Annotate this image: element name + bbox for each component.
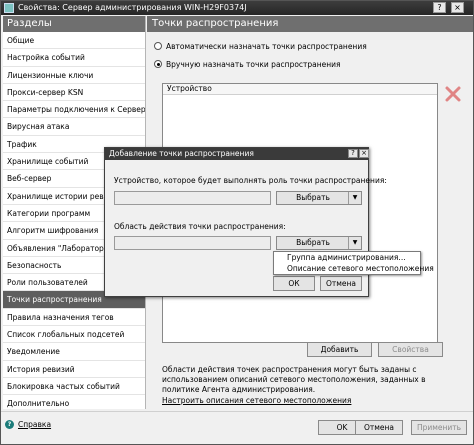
device-select-button[interactable]: Выбрать ▼ [276,191,362,205]
dialog-help-button[interactable]: ? [348,149,358,158]
device-select-arrow-icon[interactable]: ▼ [348,192,361,204]
sidebar-item[interactable]: Дополнительно [3,395,145,413]
cancel-button[interactable]: Отмена [355,420,403,435]
section-title: Точки распространения [147,16,473,32]
radio-manual-assign[interactable]: Вручную назначать точки распространения [154,60,341,69]
help-link[interactable]: ? Справка [5,420,51,429]
sidebar-item[interactable]: Общие [3,32,145,50]
sidebar-item[interactable]: Прокси-сервер KSN [3,84,145,102]
scope-field[interactable] [114,236,271,250]
help-title-button[interactable]: ? [433,2,446,13]
sidebar-item[interactable]: Уведомление [3,343,145,361]
scope-select-button[interactable]: Выбрать ▼ [276,236,362,250]
dropdown-item-admin-group[interactable]: Группа администрирования... [274,252,420,263]
dialog-ok-button[interactable]: ОК [273,276,315,291]
scope-note: Области действия точек распространения м… [162,365,426,394]
add-button[interactable]: Добавить [307,342,372,357]
scope-dropdown-menu: Группа администрирования... Описание сет… [273,251,434,275]
help-label: Справка [18,420,52,429]
properties-button[interactable]: Свойства [378,342,443,357]
sidebar-item[interactable]: История ревизий [3,361,145,378]
dialog-cancel-button[interactable]: Отмена [320,276,362,291]
radio-auto-label: Автоматически назначать точки распростра… [166,42,367,51]
sidebar-item[interactable]: Параметры подключения к Серверу админист… [3,101,145,119]
window-footer: ? Справка OK Отмена Применить [1,411,473,444]
sidebar-item[interactable]: Правила назначения тегов [3,309,145,327]
radio-auto-indicator[interactable] [154,42,162,50]
table-header-device[interactable]: Устройство [163,84,437,95]
configure-locations-link[interactable]: Настроить описания сетевого местоположен… [162,396,351,405]
radio-manual-indicator[interactable] [154,60,162,68]
delete-icon[interactable] [443,84,463,104]
device-select-label: Выбрать [296,193,330,202]
app-icon [4,3,14,13]
sidebar-item[interactable]: Вирусная атака [3,118,145,136]
sidebar-item[interactable]: Блокировка частых событий [3,378,145,396]
dialog-titlebar[interactable]: Добавление точки распространения ? × [105,148,369,160]
device-field[interactable] [114,191,271,205]
sidebar-header: Разделы [3,16,145,32]
scope-select-arrow-icon[interactable]: ▼ [348,237,361,249]
sidebar-item[interactable]: Лицензионные ключи [3,67,145,84]
window-titlebar[interactable]: Свойства: Сервер администрирования WIN-H… [1,1,473,15]
radio-auto-assign[interactable]: Автоматически назначать точки распростра… [154,42,367,51]
apply-button[interactable]: Применить [411,420,467,435]
sidebar-item[interactable]: Настройка событий [3,49,145,67]
help-icon: ? [5,420,14,429]
close-window-button[interactable]: × [451,2,464,13]
window-title: Свойства: Сервер администрирования WIN-H… [18,3,247,12]
dropdown-item-network-location[interactable]: Описание сетевого местоположения [274,263,434,274]
device-label: Устройство, которое будет выполнять роль… [114,176,387,185]
sidebar-item[interactable]: Список глобальных подсетей [3,326,145,344]
scope-select-label: Выбрать [296,238,330,247]
dialog-close-button[interactable]: × [359,149,369,158]
dialog-title: Добавление точки распространения [109,149,254,158]
scope-label: Область действия точки распространения: [114,222,286,231]
radio-manual-label: Вручную назначать точки распространения [166,60,341,69]
